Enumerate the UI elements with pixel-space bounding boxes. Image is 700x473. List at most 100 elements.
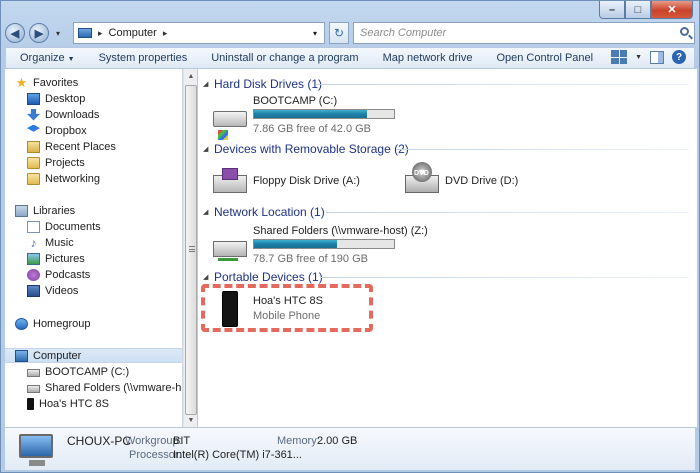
- workgroup-value: BIT: [173, 435, 191, 447]
- group-title: Network Location (1): [214, 205, 325, 219]
- drive-tile-floppy[interactable]: Floppy Disk Drive (A:): [213, 161, 393, 201]
- sidebar-item-recent-places[interactable]: Recent Places: [27, 139, 116, 154]
- explorer-window: – □ ✕ ◀ ▶ ▾ ▸ Computer ▸ ▾ ↻ Search Comp…: [0, 0, 700, 473]
- computer-icon: [78, 28, 92, 38]
- sidebar-item-label: Music: [45, 236, 74, 249]
- help-button[interactable]: ?: [672, 50, 686, 64]
- sidebar-item-favorites[interactable]: ★ Favorites: [15, 74, 79, 90]
- close-button[interactable]: ✕: [651, 1, 693, 19]
- capacity-bar: [253, 109, 395, 119]
- sidebar-item-pictures[interactable]: Pictures: [27, 251, 85, 266]
- address-bar[interactable]: ▸ Computer ▸ ▾: [73, 22, 325, 44]
- sidebar-item-label: Recent Places: [45, 140, 116, 153]
- navigation-bar: ◀ ▶ ▾ ▸ Computer ▸ ▾ ↻ Search Computer: [5, 21, 695, 45]
- sidebar-item-downloads[interactable]: Downloads: [27, 107, 99, 122]
- group-header-hard-disk-drives[interactable]: ◢ Hard Disk Drives (1): [198, 75, 697, 93]
- sidebar-item-dropbox[interactable]: Dropbox: [27, 123, 87, 138]
- floppy-drive-icon: [213, 168, 247, 193]
- sidebar-item-documents[interactable]: Documents: [27, 219, 101, 234]
- organize-button[interactable]: Organize ▼: [20, 52, 75, 64]
- group-header-removable-storage[interactable]: ◢ Devices with Removable Storage (2): [198, 140, 697, 158]
- capacity-bar-fill: [254, 240, 337, 248]
- computer-icon: [15, 349, 28, 362]
- details-pane: CHOUX-PC Workgroup: BIT Memory: 2.00 GB …: [5, 427, 695, 470]
- refresh-button[interactable]: ↻: [329, 22, 349, 44]
- folder-icon: [27, 156, 40, 169]
- search-icon[interactable]: [680, 27, 689, 36]
- collapse-icon[interactable]: ◢: [203, 273, 208, 281]
- desktop-icon: [27, 92, 40, 105]
- maximize-button[interactable]: □: [625, 1, 651, 19]
- address-dropdown[interactable]: ▾: [308, 24, 322, 42]
- hard-disk-icon: [213, 111, 247, 140]
- preview-pane-icon[interactable]: [650, 50, 664, 64]
- system-properties-button[interactable]: System properties: [99, 52, 188, 64]
- scrollbar-thumb[interactable]: [185, 85, 197, 415]
- sidebar-item-label: Videos: [45, 284, 79, 297]
- sidebar-item-bootcamp[interactable]: BOOTCAMP (C:): [27, 364, 129, 379]
- sidebar-item-label: Hoa's HTC 8S: [39, 397, 109, 410]
- collapse-icon[interactable]: ◢: [203, 208, 208, 216]
- breadcrumb-separator-after[interactable]: ▸: [163, 28, 168, 39]
- group-header-network-location[interactable]: ◢ Network Location (1): [198, 203, 697, 221]
- sidebar-item-label: Favorites: [33, 76, 79, 89]
- sidebar-item-computer[interactable]: Computer: [5, 348, 182, 363]
- drive-free-space: 78.7 GB free of 190 GB: [253, 253, 368, 265]
- sidebar-item-label: Desktop: [45, 92, 86, 105]
- sidebar-item-label: Shared Folders (\\vmware-host) (Z:): [45, 381, 182, 394]
- sidebar-item-label: Libraries: [33, 204, 76, 217]
- drive-tile-dvd[interactable]: DVD DVD Drive (D:): [405, 161, 555, 201]
- navigation-pane-scrollbar[interactable]: ▲ ▼: [183, 69, 197, 427]
- recent-pages-dropdown[interactable]: ▾: [53, 29, 63, 38]
- back-button[interactable]: ◀: [5, 23, 25, 43]
- scroll-down-button[interactable]: ▼: [184, 413, 198, 427]
- folder-icon: [27, 172, 40, 185]
- map-network-drive-button[interactable]: Map network drive: [383, 52, 473, 64]
- drive-name: BOOTCAMP (C:): [253, 95, 338, 107]
- grip-icon: [189, 246, 195, 252]
- star-icon: ★: [15, 74, 28, 90]
- content-pane: ◢ Hard Disk Drives (1) BOOTCAMP (C:) 7.8…: [198, 69, 697, 427]
- view-options-dropdown[interactable]: ▼: [635, 54, 642, 61]
- sidebar-item-videos[interactable]: Videos: [27, 283, 78, 298]
- sidebar-item-htc-8s[interactable]: Hoa's HTC 8S: [27, 396, 109, 411]
- sidebar-item-label: Pictures: [45, 252, 85, 265]
- sidebar-item-label: Projects: [45, 156, 85, 169]
- forward-button[interactable]: ▶: [29, 23, 49, 43]
- collapse-icon[interactable]: ◢: [203, 80, 208, 88]
- homegroup-icon: [15, 317, 28, 330]
- sidebar-item-desktop[interactable]: Desktop: [27, 91, 85, 106]
- windows-logo-icon: [218, 130, 228, 140]
- pictures-icon: [27, 252, 40, 265]
- minimize-button[interactable]: –: [599, 1, 625, 19]
- group-divider: [316, 83, 689, 85]
- dvd-badge: DVD: [414, 170, 429, 177]
- sidebar-item-homegroup[interactable]: Homegroup: [15, 316, 90, 331]
- drive-free-space: 7.86 GB free of 42.0 GB: [253, 123, 372, 135]
- podcasts-icon: [27, 268, 40, 281]
- drive-tile-bootcamp[interactable]: BOOTCAMP (C:) 7.86 GB free of 42.0 GB: [213, 95, 413, 140]
- breadcrumb-computer[interactable]: Computer: [109, 27, 157, 39]
- sidebar-item-shared-folders[interactable]: Shared Folders (\\vmware-host) (Z:): [27, 380, 182, 395]
- scroll-up-button[interactable]: ▲: [184, 69, 198, 83]
- collapse-icon[interactable]: ◢: [203, 145, 208, 153]
- drive-tile-shared-folders[interactable]: Shared Folders (\\vmware-host) (Z:) 78.7…: [213, 225, 428, 265]
- sidebar-item-music[interactable]: ♪ Music: [27, 235, 74, 250]
- open-control-panel-button[interactable]: Open Control Panel: [496, 52, 593, 64]
- documents-icon: [27, 220, 40, 233]
- sidebar-item-projects[interactable]: Projects: [27, 155, 85, 170]
- drive-name: DVD Drive (D:): [445, 175, 519, 187]
- sidebar-item-podcasts[interactable]: Podcasts: [27, 267, 90, 282]
- uninstall-program-button[interactable]: Uninstall or change a program: [211, 52, 358, 64]
- breadcrumb-separator[interactable]: ▸: [98, 28, 103, 39]
- change-view-icon[interactable]: [611, 50, 628, 64]
- sidebar-item-label: BOOTCAMP (C:): [45, 365, 130, 378]
- highlight-annotation: [201, 284, 373, 332]
- memory-label: Memory:: [277, 435, 320, 447]
- sidebar-item-label: Documents: [45, 220, 101, 233]
- sidebar-item-libraries[interactable]: Libraries: [15, 203, 75, 218]
- sidebar-item-networking[interactable]: Networking: [27, 171, 100, 186]
- drive-icon: [27, 368, 40, 377]
- search-input[interactable]: Search Computer: [353, 22, 695, 44]
- libraries-icon: [15, 204, 28, 217]
